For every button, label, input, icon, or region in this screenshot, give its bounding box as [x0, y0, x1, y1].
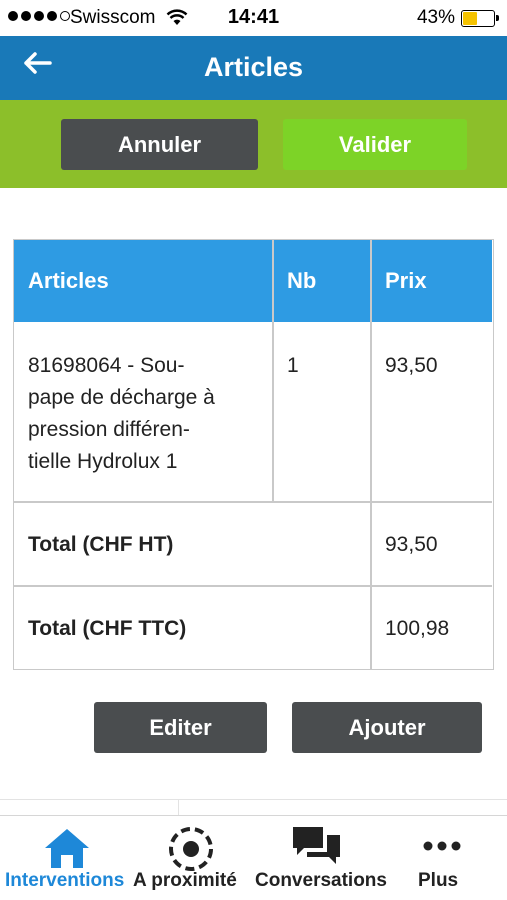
tab-label-interventions: Interventions [5, 870, 125, 891]
navigation-bar: Articles [0, 36, 507, 100]
tab-bar: Interventions A proximité Conversations … [0, 815, 507, 900]
edit-button[interactable]: Editer [94, 702, 267, 753]
cancel-button[interactable]: Annuler [61, 119, 258, 170]
tab-interventions[interactable]: Interventions [0, 816, 130, 900]
action-bar: Annuler Valider [0, 100, 507, 188]
chat-bubbles-icon [293, 827, 340, 864]
tab-plus[interactable]: Plus [412, 816, 507, 900]
column-header-prix: Prix [385, 268, 427, 293]
home-icon [45, 829, 89, 868]
column-divider [272, 240, 274, 502]
tab-label-conversations: Conversations [255, 870, 387, 891]
row-divider [14, 501, 492, 503]
total-ht-label: Total (CHF HT) [28, 533, 174, 556]
column-divider [370, 240, 372, 670]
validate-button[interactable]: Valider [283, 119, 467, 170]
articles-table: Articles Nb Prix 81698064 - Sou- pape de… [13, 239, 494, 670]
battery-percent: 43% [416, 7, 455, 28]
tab-label-plus: Plus [418, 870, 459, 891]
page-title: Articles [203, 52, 304, 82]
tab-a-proximite[interactable]: A proximité [130, 816, 252, 900]
table-row-item-description: 81698064 - Sou- pape de décharge à press… [28, 354, 215, 473]
location-target-icon [169, 827, 213, 871]
row-divider [14, 585, 492, 587]
total-ttc-label: Total (CHF TTC) [28, 617, 187, 640]
table-header-row: Articles Nb Prix [14, 240, 492, 322]
divider [178, 799, 179, 815]
table-row-item-price: 93,50 [385, 354, 438, 377]
table-row-item-quantity: 1 [287, 354, 299, 377]
total-ht-value: 93,50 [385, 533, 438, 556]
total-ttc-value: 100,98 [385, 617, 450, 640]
tab-label-a-proximite: A proximité [133, 870, 237, 891]
column-header-nb: Nb [287, 268, 317, 293]
add-button[interactable]: Ajouter [292, 702, 482, 753]
status-bar: Swisscom 14:41 43% [0, 0, 507, 36]
more-dots-icon [423, 841, 461, 851]
tab-conversations[interactable]: Conversations [252, 816, 412, 900]
battery-icon [461, 10, 499, 27]
divider [0, 799, 507, 800]
column-header-articles: Articles [28, 268, 109, 293]
